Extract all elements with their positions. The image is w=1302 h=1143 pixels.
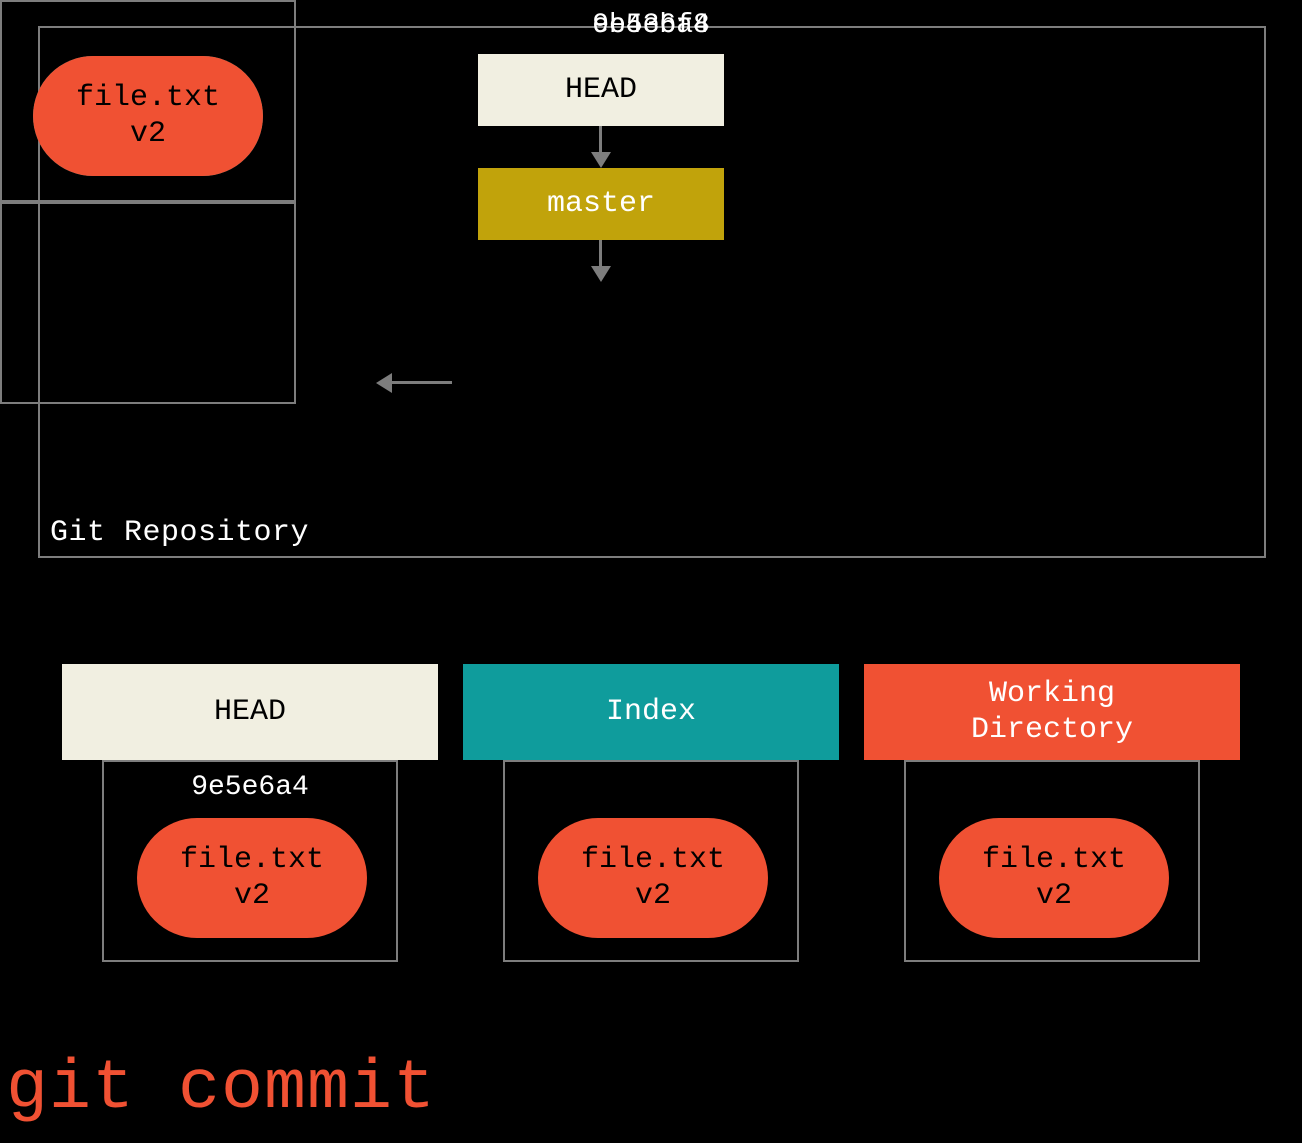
file-name: file.txt <box>76 80 220 116</box>
tree-head-header: HEAD <box>62 664 438 760</box>
git-repository-label: Git Repository <box>50 516 309 550</box>
tree-index-header: Index <box>463 664 839 760</box>
tree-wdir-file-pill: file.txt v2 <box>939 818 1169 938</box>
file-name: file.txt <box>581 842 725 878</box>
file-pill-9e5e6a4: file.txt v2 <box>33 56 263 176</box>
tree-index-title: Index <box>606 694 696 730</box>
tree-wdir-header: Working Directory <box>864 664 1240 760</box>
file-name: file.txt <box>982 842 1126 878</box>
command-label: git commit <box>6 1050 436 1129</box>
tree-wdir-title: Working Directory <box>971 676 1133 748</box>
commit-hash-9e5e6a4: 9e5e6a4 <box>0 10 1302 41</box>
tree-head-file-pill: file.txt v2 <box>137 818 367 938</box>
tree-head-title: HEAD <box>214 694 286 730</box>
master-branch-label: master <box>547 187 655 221</box>
tree-wdir-body: file.txt v2 <box>904 760 1200 962</box>
arrow-head-to-master-head <box>591 152 611 168</box>
file-name: file.txt <box>180 842 324 878</box>
arrow-parent-line <box>392 381 452 384</box>
head-ref-box: HEAD <box>478 54 724 126</box>
master-branch-box: master <box>478 168 724 240</box>
tree-head-hash: 9e5e6a4 <box>104 772 396 803</box>
arrow-master-to-commit-head <box>591 266 611 282</box>
file-version: v2 <box>635 878 671 914</box>
tree-index-body: file.txt v2 <box>503 760 799 962</box>
file-version: v2 <box>234 878 270 914</box>
file-version: v2 <box>1036 878 1072 914</box>
arrow-parent-head <box>376 373 392 393</box>
tree-head-body: 9e5e6a4 file.txt v2 <box>102 760 398 962</box>
tree-index-file-pill: file.txt v2 <box>538 818 768 938</box>
head-ref-label: HEAD <box>565 73 637 107</box>
file-version: v2 <box>130 116 166 152</box>
